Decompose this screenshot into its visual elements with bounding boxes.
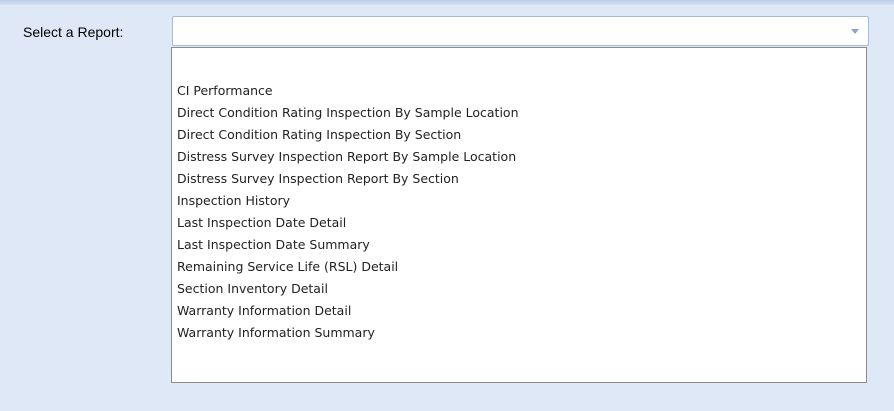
report-option-ci-performance[interactable]: CI Performance — [172, 80, 866, 102]
report-option-last-inspection-date-summary[interactable]: Last Inspection Date Summary — [172, 234, 866, 256]
report-option-distress-survey-sample-location[interactable]: Distress Survey Inspection Report By Sam… — [172, 146, 866, 168]
report-option-warranty-information-detail[interactable]: Warranty Information Detail — [172, 300, 866, 322]
report-option-warranty-information-summary[interactable]: Warranty Information Summary — [172, 322, 866, 344]
report-option-last-inspection-date-detail[interactable]: Last Inspection Date Detail — [172, 212, 866, 234]
chevron-down-icon[interactable] — [851, 29, 859, 34]
report-option-rsl-detail[interactable]: Remaining Service Life (RSL) Detail — [172, 256, 866, 278]
report-option-distress-survey-section[interactable]: Distress Survey Inspection Report By Sec… — [172, 168, 866, 190]
report-option-direct-condition-rating-section[interactable]: Direct Condition Rating Inspection By Se… — [172, 124, 866, 146]
report-option-inspection-history[interactable]: Inspection History — [172, 190, 866, 212]
top-border-strip — [0, 0, 894, 5]
report-option-direct-condition-rating-sample-location[interactable]: Direct Condition Rating Inspection By Sa… — [172, 102, 866, 124]
report-select-label: Select a Report: — [23, 24, 124, 40]
report-option-section-inventory-detail[interactable]: Section Inventory Detail — [172, 278, 866, 300]
report-options-list[interactable]: CI Performance Direct Condition Rating I… — [171, 47, 867, 383]
report-select-dropdown[interactable] — [172, 16, 869, 46]
